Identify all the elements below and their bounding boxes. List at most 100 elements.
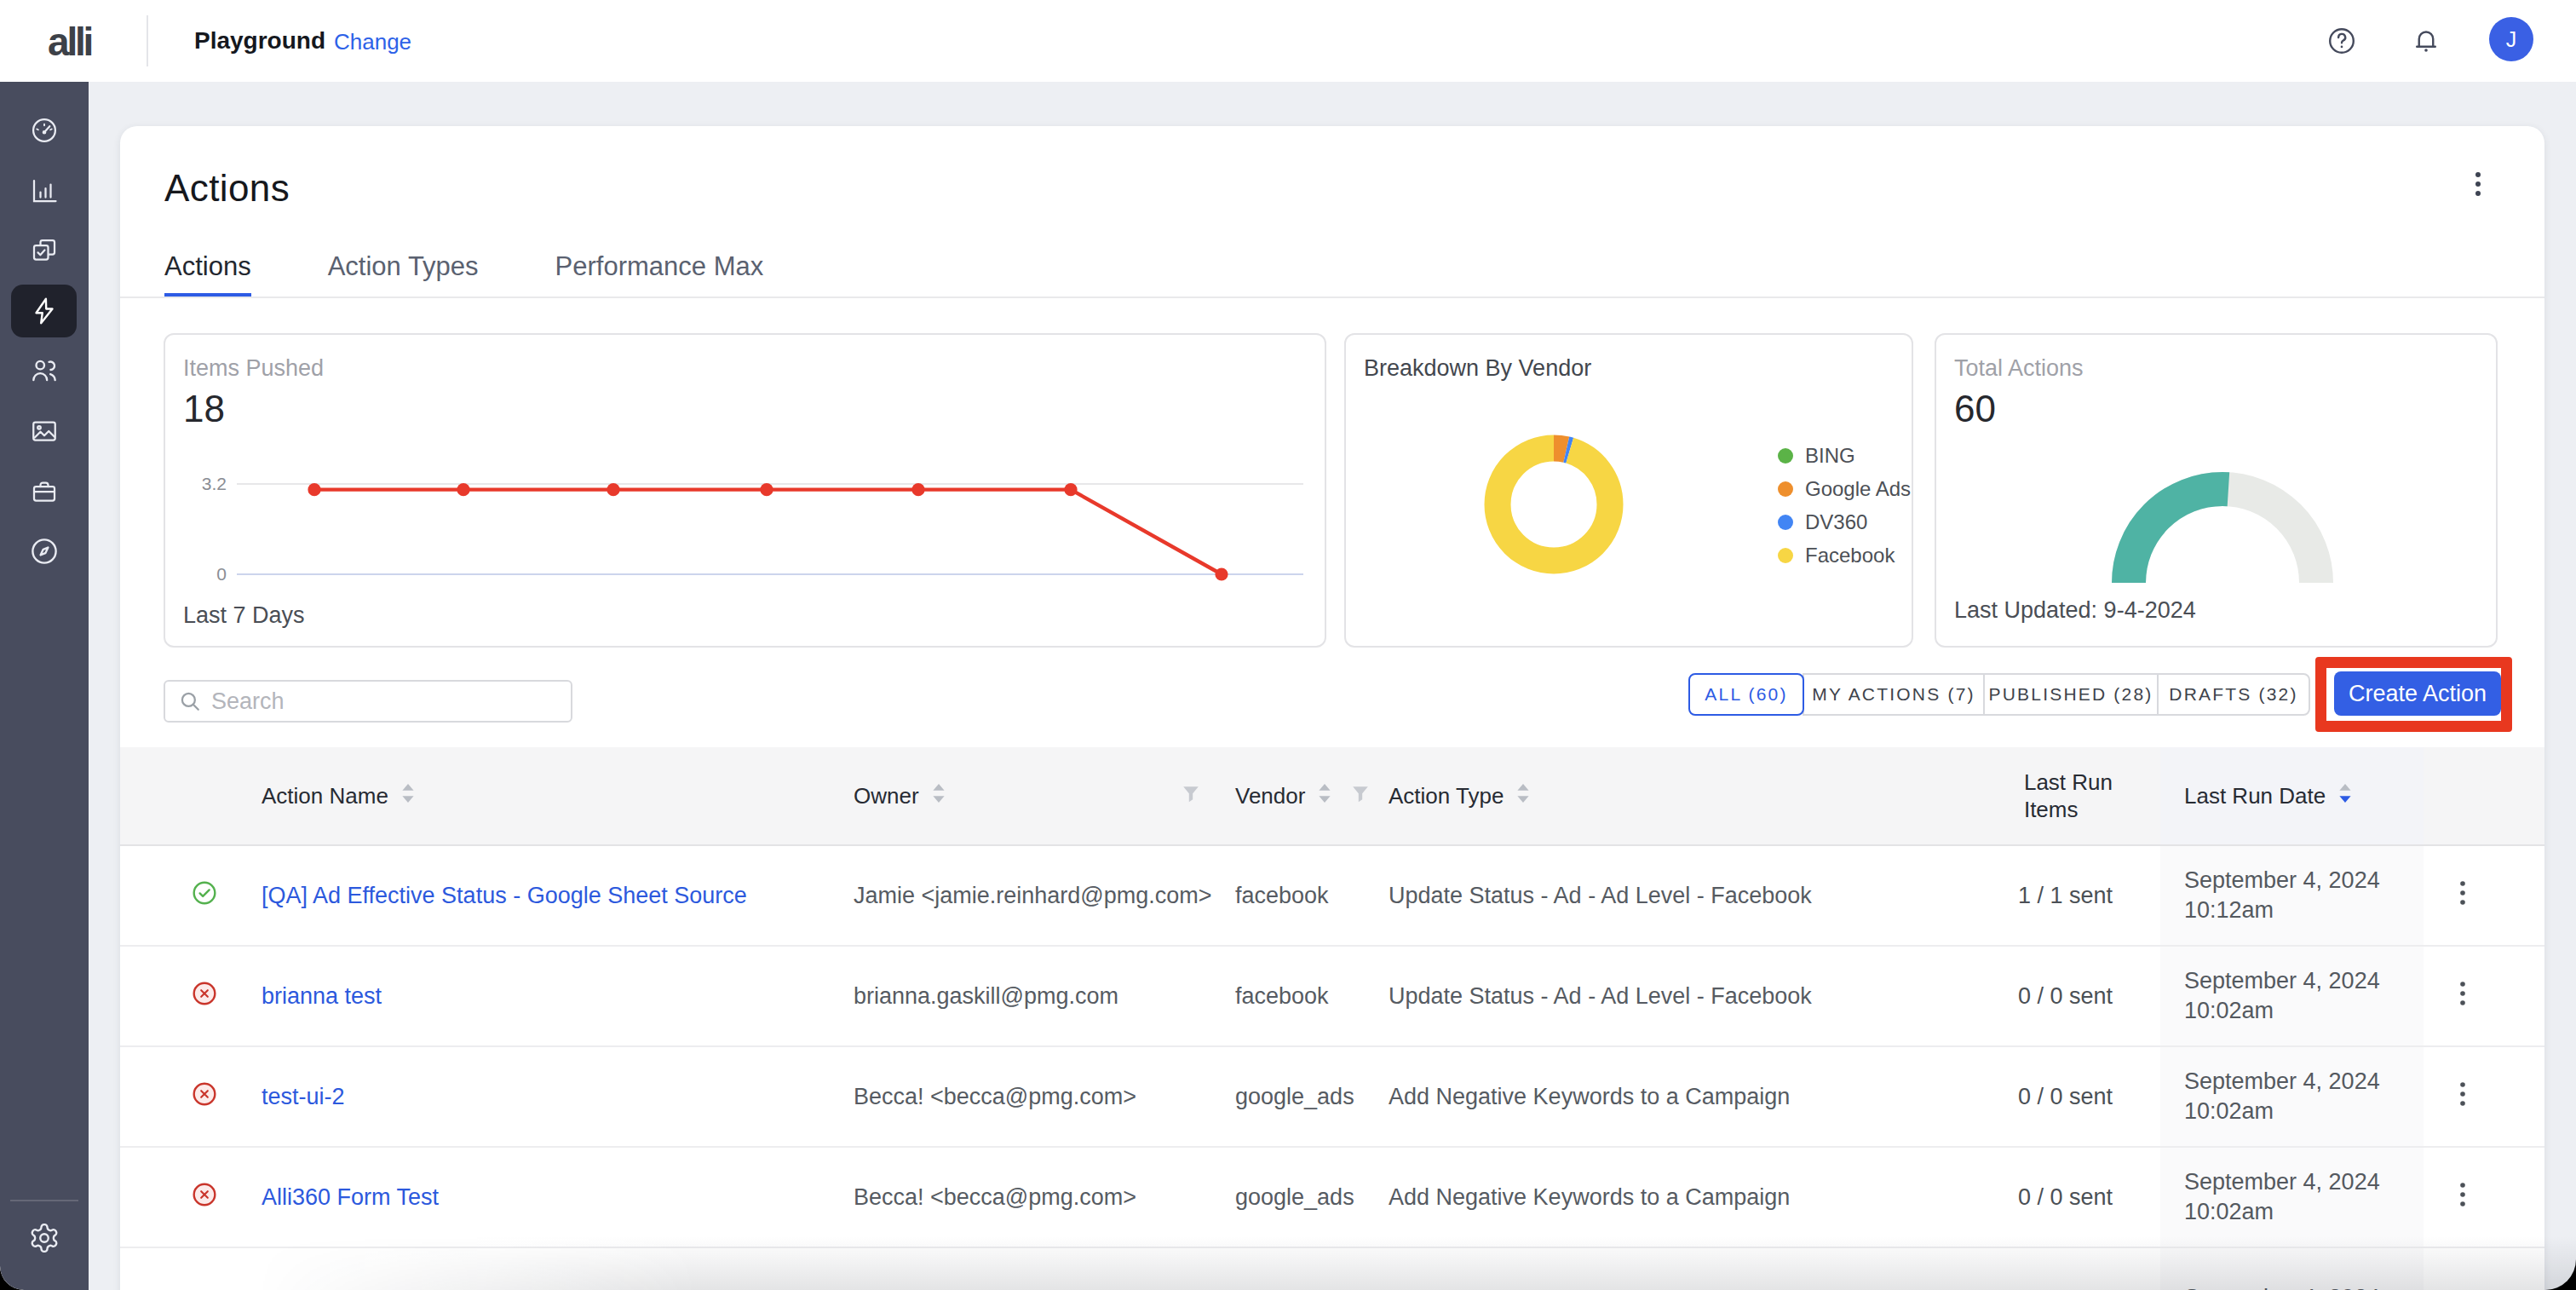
- cell-menu: [2424, 1248, 2544, 1290]
- cell-last-run-items: 1 / 1 sent: [1933, 846, 2160, 945]
- action-link[interactable]: test-ui-2: [262, 1084, 345, 1110]
- cell-last-run-date: September 4, 202410:12am: [2160, 846, 2424, 945]
- cell-status: [120, 846, 233, 945]
- sidebar-item-settings[interactable]: [0, 1214, 89, 1262]
- sidebar-item-analytics[interactable]: [0, 167, 89, 215]
- table-row: brianna test brianna.gaskill@pmg.comfaceb…: [120, 947, 2544, 1047]
- tabs-divider: [120, 297, 2544, 298]
- total-actions-value: 60: [1954, 388, 1996, 430]
- legend-item: BING: [1778, 439, 1931, 472]
- cell-menu: [2424, 947, 2544, 1045]
- sidebar-item-creative[interactable]: [0, 407, 89, 455]
- cell-last-run-items: 0 / 0 sent: [1933, 1047, 2160, 1146]
- alli-logo[interactable]: alli: [48, 19, 91, 65]
- filter-my-actions-7-[interactable]: MY ACTIONS (7): [1803, 673, 1985, 716]
- sidebar-item-shopping[interactable]: [0, 468, 89, 515]
- sort-icon[interactable]: [1317, 782, 1332, 810]
- cell-action-type: [1380, 1248, 1933, 1290]
- cell-owner: Becca! <becca@pmg.com>: [836, 1047, 1217, 1146]
- header-last-run-date[interactable]: Last Run Date: [2160, 747, 2424, 844]
- lightning-icon: [28, 295, 60, 327]
- legend-label: BING: [1805, 444, 1855, 468]
- sort-icon[interactable]: [1515, 782, 1531, 810]
- page-menu-kebab-icon[interactable]: [2466, 165, 2490, 203]
- status-error-icon: [190, 1180, 219, 1215]
- filter-all-60-[interactable]: ALL (60): [1688, 673, 1804, 716]
- total-actions-footer: Last Updated: 9-4-2024: [1954, 597, 2196, 624]
- header-action-type[interactable]: Action Type: [1380, 747, 1933, 844]
- tab-actions[interactable]: Actions: [164, 251, 251, 297]
- cell-last-run-date: September 4, 2024: [2160, 1248, 2424, 1290]
- tab-action-types[interactable]: Action Types: [328, 251, 479, 297]
- sidebar-item-dashboard[interactable]: [0, 107, 89, 154]
- people-icon: [28, 354, 60, 387]
- cell-action-type: Update Status - Ad - Ad Level - Facebook: [1380, 947, 1933, 1045]
- cell-action-name: [QA] Ad Effective Status - Google Sheet …: [233, 846, 836, 945]
- legend-dot: [1778, 448, 1793, 464]
- cell-vendor: [1217, 1248, 1380, 1290]
- bell-icon[interactable]: [2411, 26, 2441, 56]
- legend-item: DV360: [1778, 505, 1931, 538]
- legend-dot: [1778, 481, 1793, 497]
- cell-vendor: facebook: [1217, 947, 1380, 1045]
- search-icon: [179, 690, 201, 712]
- header-owner[interactable]: Owner: [836, 747, 1217, 844]
- table-header: Action Name Owner Vendor Action Type Las…: [120, 747, 2544, 846]
- help-icon[interactable]: [2326, 26, 2357, 56]
- row-kebab-icon[interactable]: [2459, 880, 2466, 912]
- total-actions-gauge: [2035, 336, 2410, 598]
- header-actions-menu: [2424, 747, 2544, 844]
- change-workspace-link[interactable]: Change: [334, 29, 411, 55]
- table-row: [QA] Ad Effective Status - Google Sheet …: [120, 846, 2544, 947]
- search-box: [164, 680, 572, 723]
- legend-label: DV360: [1805, 510, 1867, 534]
- action-link[interactable]: [QA] Ad Effective Status - Google Sheet …: [262, 883, 747, 909]
- sidebar-item-explore[interactable]: [0, 527, 89, 575]
- cell-action-type: Add Negative Keywords to a Campaign: [1380, 1148, 1933, 1247]
- sidebar-item-tasks[interactable]: [0, 227, 89, 274]
- cell-menu: [2424, 1047, 2544, 1146]
- top-bar: alli Playground Change J: [0, 0, 2576, 82]
- briefcase-icon: [29, 476, 60, 507]
- action-link[interactable]: brianna test: [262, 983, 382, 1010]
- vendor-legend: BINGGoogle AdsDV360Facebook: [1778, 439, 1931, 572]
- row-kebab-icon[interactable]: [2459, 1081, 2466, 1113]
- filter-funnel-icon[interactable]: [1182, 783, 1200, 809]
- filter-group: ALL (60)MY ACTIONS (7)PUBLISHED (28)DRAF…: [1690, 673, 2310, 716]
- search-input[interactable]: [211, 688, 557, 715]
- action-link[interactable]: Alli360 Form Test: [262, 1184, 439, 1211]
- header-vendor[interactable]: Vendor: [1217, 747, 1380, 844]
- sort-icon[interactable]: [931, 782, 946, 810]
- filter-funnel-icon[interactable]: [1351, 783, 1370, 809]
- filter-drafts-32-[interactable]: DRAFTS (32): [2157, 673, 2310, 716]
- tab-performance-max[interactable]: Performance Max: [555, 251, 764, 297]
- sidebar-divider: [10, 1200, 78, 1201]
- cell-owner: brianna.gaskill@pmg.com: [836, 947, 1217, 1045]
- legend-label: Facebook: [1805, 544, 1895, 567]
- sidebar-item-actions[interactable]: [11, 285, 77, 337]
- cell-last-run-items: [1933, 1248, 2160, 1290]
- sidebar-item-audiences[interactable]: [0, 347, 89, 394]
- cell-status: [120, 1047, 233, 1146]
- row-kebab-icon[interactable]: [2459, 981, 2466, 1012]
- row-kebab-icon[interactable]: [2459, 1182, 2466, 1213]
- cell-action-name: [233, 1248, 836, 1290]
- legend-dot: [1778, 548, 1793, 563]
- app-window: alli Playground Change J Actions Actions…: [0, 0, 2576, 1290]
- cell-action-name: Alli360 Form Test: [233, 1148, 836, 1247]
- header-action-name[interactable]: Action Name: [233, 747, 836, 844]
- sort-icon[interactable]: [400, 782, 416, 810]
- filter-published-28-[interactable]: PUBLISHED (28): [1983, 673, 2159, 716]
- avatar[interactable]: J: [2489, 17, 2533, 61]
- sort-icon-active[interactable]: [2337, 782, 2353, 810]
- table-row: September 4, 2024: [120, 1248, 2544, 1290]
- workspace-name: Playground: [194, 27, 325, 55]
- svg-text:3.2: 3.2: [202, 474, 227, 493]
- tabs: Actions Action Types Performance Max: [164, 251, 763, 297]
- vendor-donut-chart: [1409, 360, 1699, 656]
- cell-last-run-date: September 4, 202410:02am: [2160, 1047, 2424, 1146]
- items-pushed-line-chart: 3.2 0: [165, 335, 1328, 656]
- image-icon: [29, 416, 60, 446]
- header-status: [120, 747, 233, 844]
- cell-last-run-items: 0 / 0 sent: [1933, 947, 2160, 1045]
